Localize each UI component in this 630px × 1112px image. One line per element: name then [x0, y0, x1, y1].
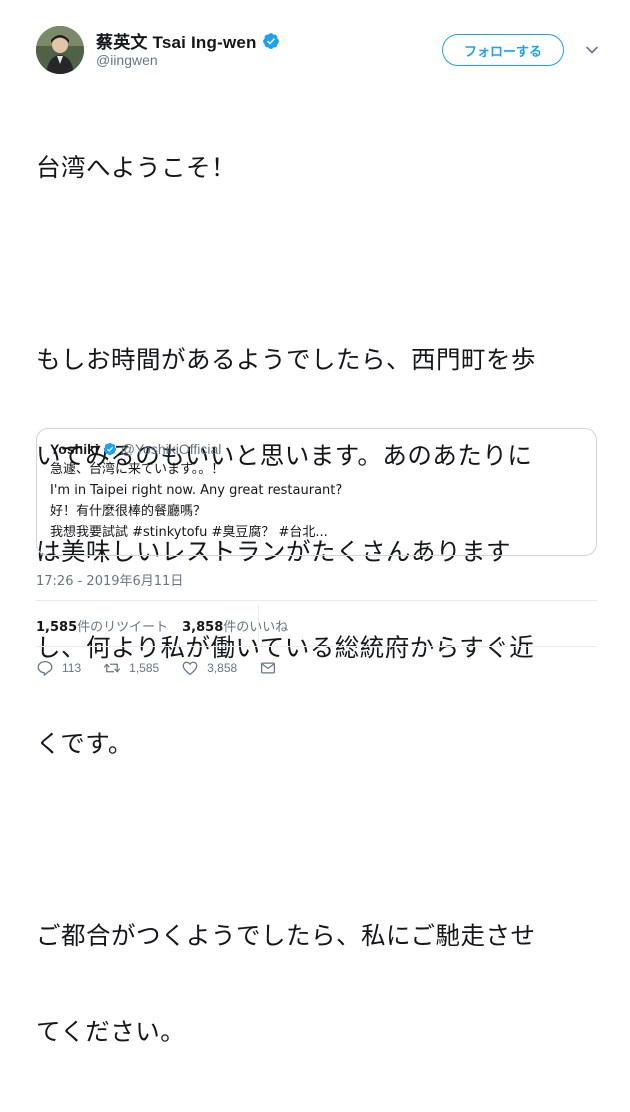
like-button[interactable]: 3,858 [181, 659, 237, 677]
divider [36, 646, 597, 647]
tweet-header: 蔡英文 Tsai Ing-wen @iingwen フォローする [36, 26, 606, 76]
heart-icon [182, 661, 198, 676]
chevron-down-icon[interactable] [584, 42, 600, 58]
tweet-timestamp[interactable]: 17:26 - 2019年6月11日 [36, 570, 183, 589]
retweets-label: 件のリツイート [77, 619, 169, 635]
quoted-tweet-line: 好！有什麼很棒的餐廳嗎？ [50, 504, 207, 519]
likes-stat[interactable]: 3,858件のいいね [182, 616, 288, 635]
stats-separator [258, 604, 259, 644]
reply-count: 113 [62, 661, 82, 675]
tweet-text-line: てください。 [36, 1017, 186, 1046]
tweet-actions: 113 1,585 3,858 [36, 656, 307, 680]
author-display-name[interactable]: 蔡英文 Tsai Ing-wen [96, 28, 257, 53]
quoted-tweet-line: 我想我要試試 #stinkytofu #臭豆腐？ #台北... [50, 525, 328, 540]
tweet-text-line: もしお時間があるようでしたら、西門町を歩 [36, 345, 536, 374]
tweet-text-line: くです。 [36, 729, 133, 758]
verified-badge-icon [262, 32, 279, 49]
retweets-count: 1,585 [36, 619, 78, 635]
tweet-text-line: 台湾へようこそ！ [36, 153, 236, 182]
reply-button[interactable]: 113 [36, 659, 81, 677]
tweet-card: 蔡英文 Tsai Ing-wen @iingwen フォローする 台湾へようこそ… [0, 0, 630, 1046]
retweet-icon [104, 663, 121, 673]
avatar-photo-icon [36, 26, 84, 74]
tweet-text-line: ご都合がつくようでしたら、私にご馳走させ [36, 921, 536, 950]
follow-button[interactable]: フォローする [442, 34, 564, 66]
author-name-row: 蔡英文 Tsai Ing-wen [96, 28, 280, 53]
quoted-author-name: Yoshiki [50, 441, 99, 457]
direct-message-button[interactable] [259, 659, 285, 677]
avatar[interactable] [36, 26, 84, 74]
quoted-tweet-line: I'm in Taipei right now. Any great resta… [50, 483, 343, 498]
quoted-tweet-line: 急遽、台湾に来ています。。！ [50, 462, 225, 477]
quoted-tweet[interactable]: Yoshiki @YoshikiOfficial 急遽、台湾に来ています。。！ … [36, 428, 597, 556]
retweet-count: 1,585 [129, 661, 160, 675]
verified-badge-icon [103, 442, 116, 456]
quoted-tweet-header: Yoshiki @YoshikiOfficial [50, 439, 583, 459]
tweet-text-gap [36, 248, 606, 280]
retweet-button[interactable]: 1,585 [103, 659, 159, 677]
reply-icon [37, 660, 53, 676]
retweets-stat[interactable]: 1,585件のリツイート [36, 616, 168, 635]
quoted-author-handle: @YoshikiOfficial [120, 441, 222, 457]
likes-count: 3,858 [182, 619, 224, 635]
divider [36, 600, 597, 601]
envelope-icon [261, 662, 276, 674]
author-handle[interactable]: @iingwen [96, 52, 158, 68]
engagement-stats: 1,585件のリツイート 3,858件のいいね [36, 610, 302, 640]
like-count: 3,858 [207, 661, 238, 675]
tweet-text-gap [36, 824, 606, 856]
likes-label: 件のいいね [223, 619, 289, 635]
